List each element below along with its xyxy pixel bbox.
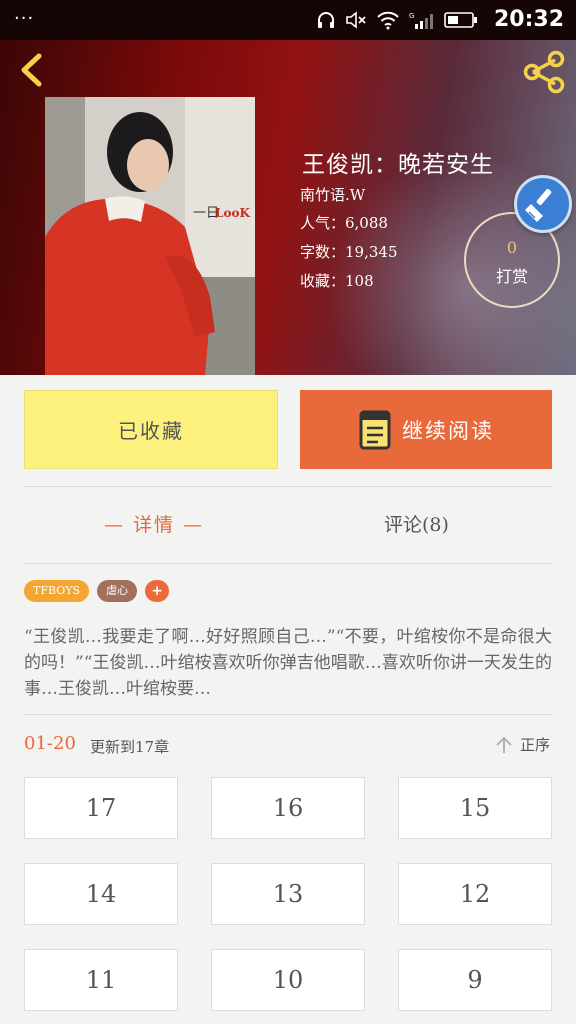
book-popularity: 人气：6,088 (300, 214, 388, 232)
chapter-range[interactable]: 01-20 (24, 733, 76, 754)
chapter-cell[interactable]: 11 (24, 949, 178, 1011)
back-button[interactable] (12, 48, 52, 92)
update-status: 更新到17章 (90, 738, 170, 756)
clock: 20:32 (493, 7, 564, 32)
svg-text:G: G (409, 12, 414, 20)
battery-icon (444, 12, 477, 28)
share-button[interactable] (520, 48, 568, 96)
chapter-cell[interactable]: 12 (398, 863, 552, 925)
book-cover[interactable]: 一日 LooK (45, 97, 255, 375)
book-title: 王俊凯：晚若安生 (302, 152, 494, 178)
sort-label: 正序 (519, 736, 550, 754)
book-icon (359, 410, 391, 449)
share-icon (523, 50, 565, 94)
signal-icon: G (409, 12, 433, 29)
book-header: 一日 LooK 王俊凯：晚若安生 南竹语.W 人气：6,088 字数：19,34… (0, 40, 576, 375)
headphones-icon (318, 12, 334, 28)
chapter-cell[interactable]: 10 (211, 949, 365, 1011)
tab-detail[interactable]: — 详情 — (104, 510, 204, 537)
chapter-cell[interactable]: 17 (24, 777, 178, 839)
notification-dots: ··· (14, 8, 35, 29)
chapter-cell[interactable]: 15 (398, 777, 552, 839)
cover-image: 一日 LooK (45, 97, 255, 375)
chapter-grid: 17 16 15 14 13 12 11 10 9 (24, 777, 552, 1011)
add-tag-button[interactable]: + (145, 580, 170, 602)
floating-assist-button[interactable] (514, 175, 572, 233)
tip-label: 打赏 (495, 267, 528, 286)
book-synopsis[interactable]: “王俊凯…我要走了啊…好好照顾自己…”“不要，叶绾桉你不是命很大的吗！”“王俊凯… (24, 624, 552, 702)
svg-text:LooK: LooK (215, 206, 250, 220)
collected-button-label: 已收藏 (118, 419, 184, 443)
divider (24, 714, 552, 715)
tip-count: 0 (506, 238, 518, 257)
chapter-cell[interactable]: 9 (398, 949, 552, 1011)
book-word-count: 字数：19,345 (300, 243, 398, 261)
wifi-icon (377, 11, 399, 30)
tag-list: TFBOYS 虐心 + (24, 580, 170, 602)
chapter-cell[interactable]: 13 (211, 863, 365, 925)
chevron-left-icon (21, 53, 42, 87)
mute-icon (346, 11, 366, 29)
continue-reading-label: 继续阅读 (402, 418, 494, 443)
status-bar: ··· G 20:32 (0, 0, 576, 40)
tag-tfboys[interactable]: TFBOYS (24, 580, 90, 602)
book-favorites: 收藏：108 (300, 272, 374, 290)
sort-toggle[interactable]: 正序 (494, 734, 550, 755)
continue-reading-button[interactable]: 继续阅读 (300, 390, 552, 469)
divider (24, 563, 552, 564)
tab-comments[interactable]: 评论(8) (384, 510, 449, 537)
tag-nuexin[interactable]: 虐心 (97, 580, 138, 602)
collected-button[interactable]: 已收藏 (24, 390, 278, 469)
arrow-up-icon (496, 736, 512, 753)
book-author[interactable]: 南竹语.W (300, 184, 365, 205)
chapter-cell[interactable]: 14 (24, 863, 178, 925)
broom-icon (525, 188, 552, 222)
divider (24, 486, 552, 487)
chapter-cell[interactable]: 16 (211, 777, 365, 839)
